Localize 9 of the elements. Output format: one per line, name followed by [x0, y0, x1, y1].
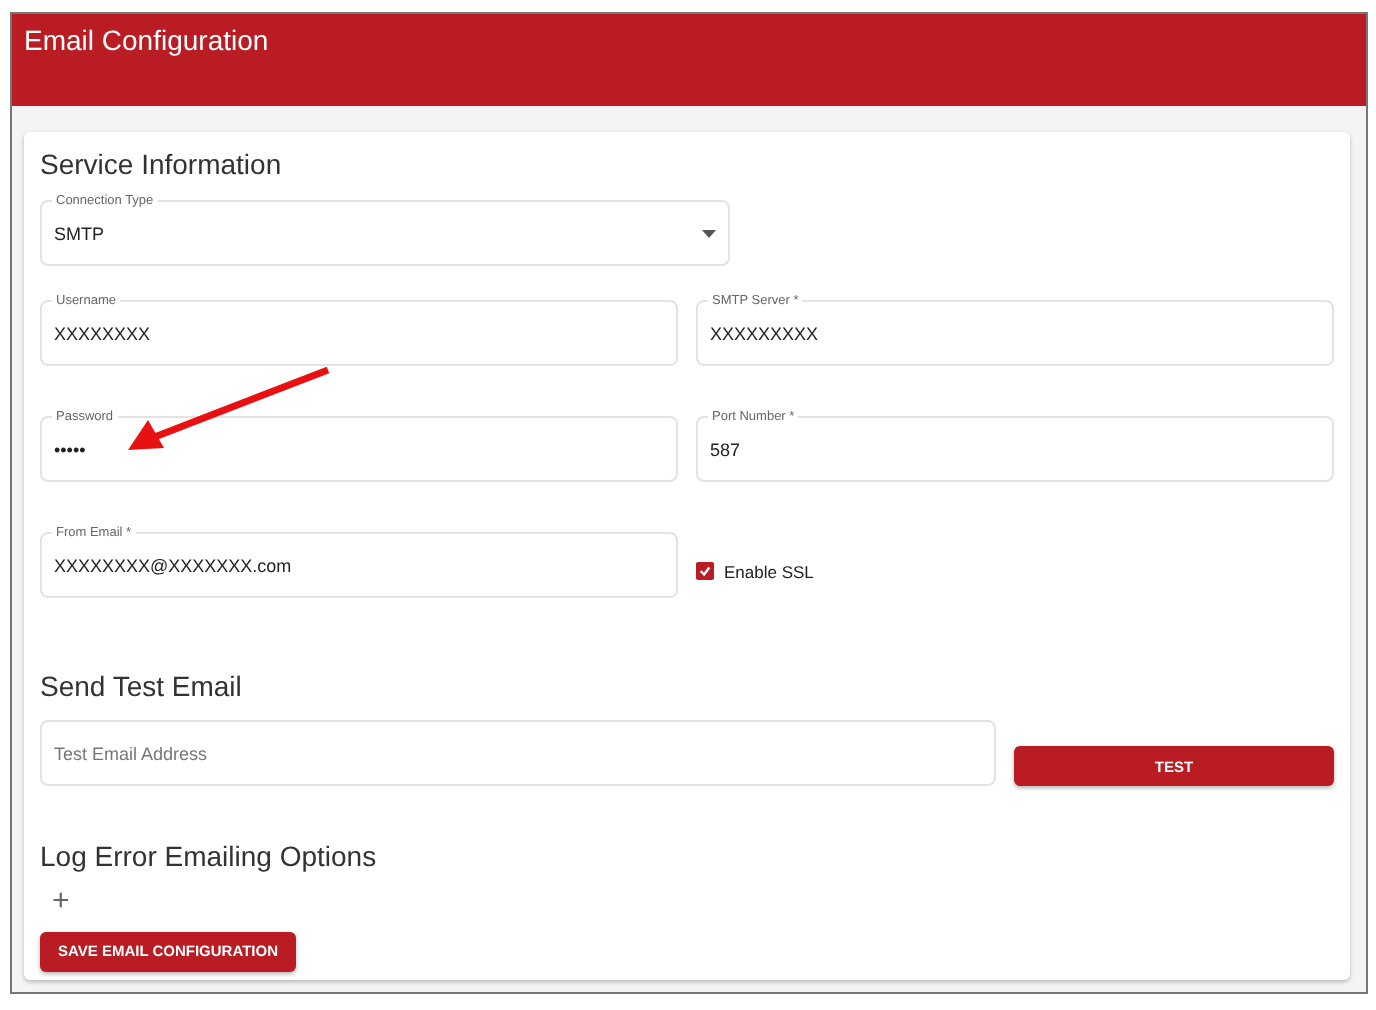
- section-heading: Service Information: [40, 148, 284, 180]
- page-title: Email Configuration: [24, 24, 269, 56]
- section-heading: Log Error Emailing Options: [40, 840, 379, 872]
- ssl-checkbox[interactable]: [696, 562, 714, 580]
- section-heading: Send Test Email: [40, 670, 244, 702]
- caret-icon: [702, 229, 716, 237]
- add-button[interactable]: +: [52, 884, 70, 920]
- checkbox-label: Enable SSL: [724, 561, 814, 581]
- test-email-field[interactable]: Test Email Address: [40, 720, 996, 786]
